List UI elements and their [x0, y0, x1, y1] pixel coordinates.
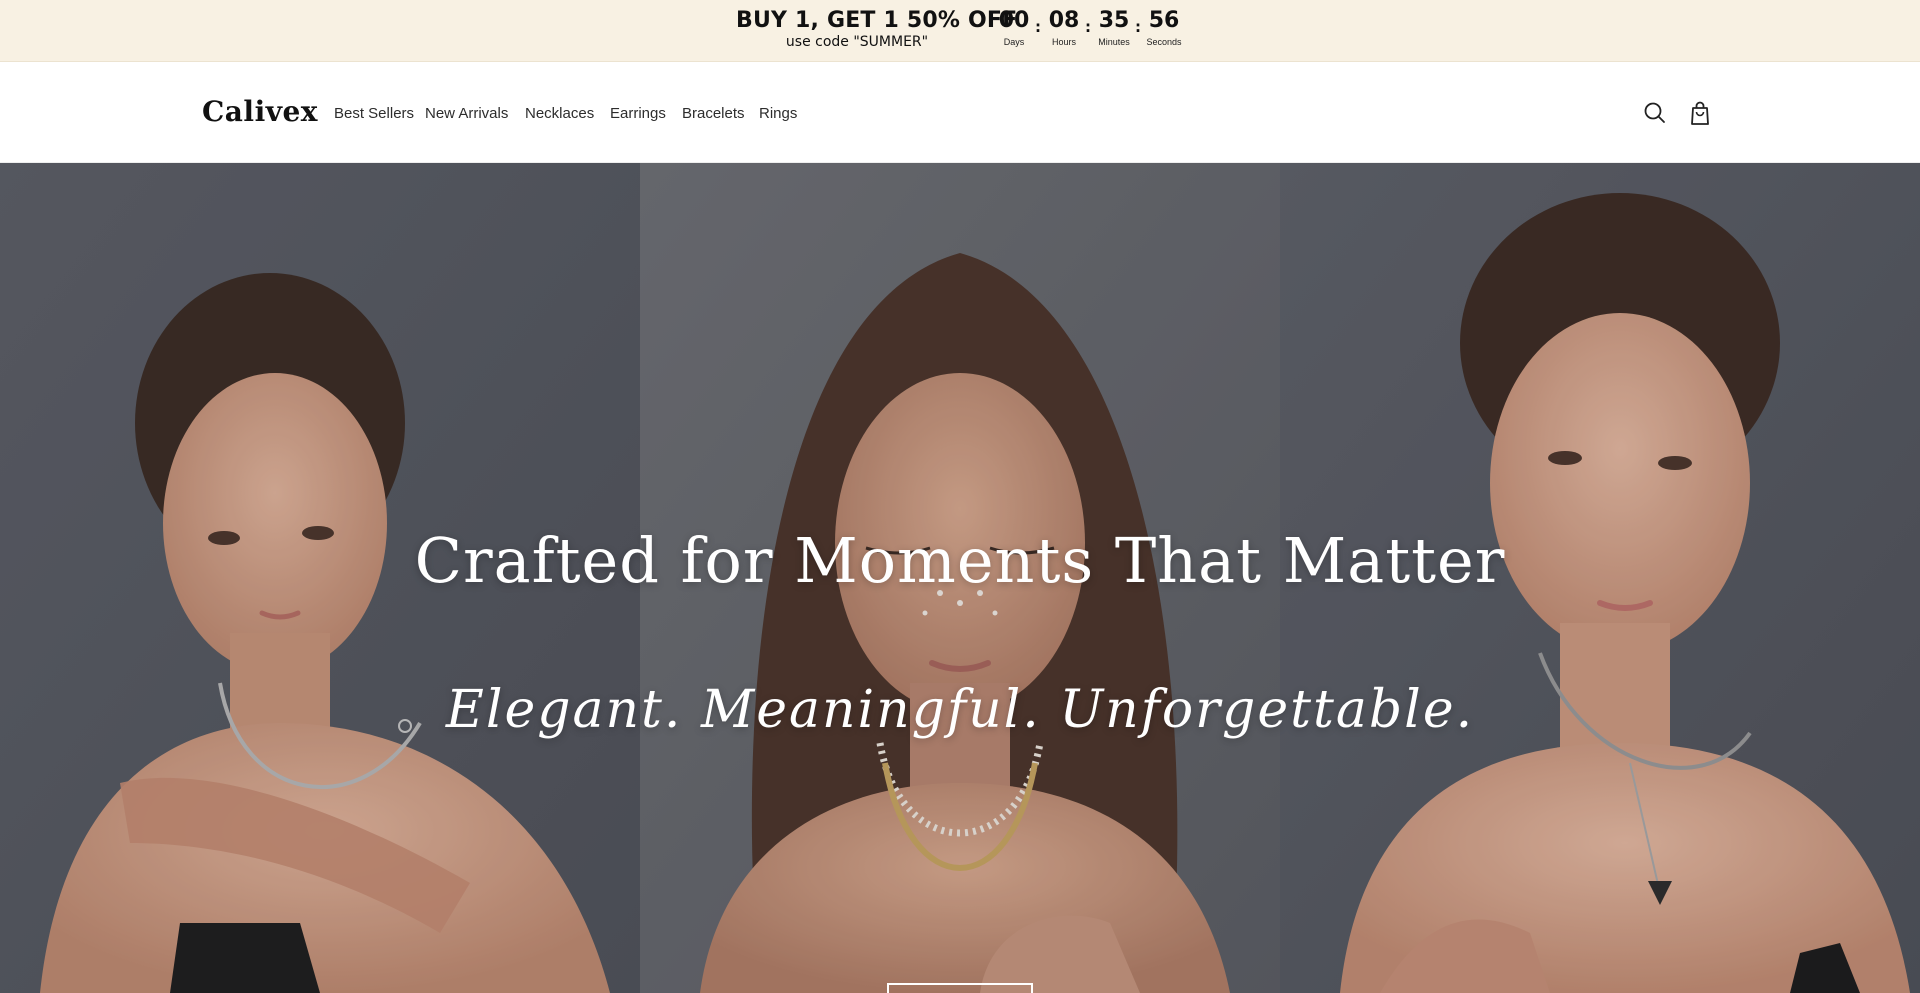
- countdown-minutes: 35 Minutes: [1092, 6, 1136, 48]
- countdown-hours: 08 Hours: [1042, 6, 1086, 48]
- hero-cta-button[interactable]: [887, 983, 1033, 993]
- hero-subtitle: Elegant. Meaningful. Unforgettable.: [445, 680, 1475, 740]
- site-header: Calivex Best Sellers New Arrivals Neckla…: [0, 62, 1920, 163]
- countdown-days-label: Days: [1003, 37, 1025, 47]
- countdown-seconds-value: 56: [1148, 8, 1180, 33]
- countdown-hours-value: 08: [1048, 8, 1080, 33]
- promo-block: BUY 1, GET 1 50% OFF use code "SUMMER": [736, 8, 1018, 50]
- hero-title: Crafted for Moments That Matter: [414, 524, 1506, 597]
- promo-title: BUY 1, GET 1 50% OFF: [736, 8, 1018, 33]
- countdown-separator: :: [1085, 18, 1091, 36]
- nav-bracelets[interactable]: Bracelets: [682, 102, 745, 126]
- countdown-days: 00 Days: [992, 6, 1036, 48]
- countdown-minutes-label: Minutes: [1098, 37, 1130, 47]
- countdown-hours-label: Hours: [1051, 37, 1076, 47]
- nav-necklaces[interactable]: Necklaces: [525, 102, 594, 126]
- search-icon[interactable]: [1640, 98, 1670, 128]
- hero-banner: Crafted for Moments That Matter Elegant.…: [0, 163, 1920, 993]
- promo-code: use code "SUMMER": [785, 34, 929, 50]
- countdown-separator: :: [1135, 18, 1141, 36]
- brand-logo[interactable]: Calivex: [202, 92, 318, 132]
- countdown-separator: :: [1035, 18, 1041, 36]
- nav-best-sellers[interactable]: Best Sellers: [334, 102, 414, 126]
- nav-rings[interactable]: Rings: [759, 102, 797, 126]
- nav-new-arrivals[interactable]: New Arrivals: [425, 102, 508, 126]
- countdown-minutes-value: 35: [1098, 8, 1130, 33]
- announcement-bar: BUY 1, GET 1 50% OFF use code "SUMMER" 0…: [0, 0, 1920, 62]
- countdown-seconds: 56 Seconds: [1142, 6, 1186, 48]
- countdown-seconds-label: Seconds: [1146, 37, 1182, 47]
- nav-earrings[interactable]: Earrings: [610, 102, 666, 126]
- countdown-days-value: 00: [998, 8, 1030, 33]
- shopping-bag-icon[interactable]: [1685, 98, 1715, 128]
